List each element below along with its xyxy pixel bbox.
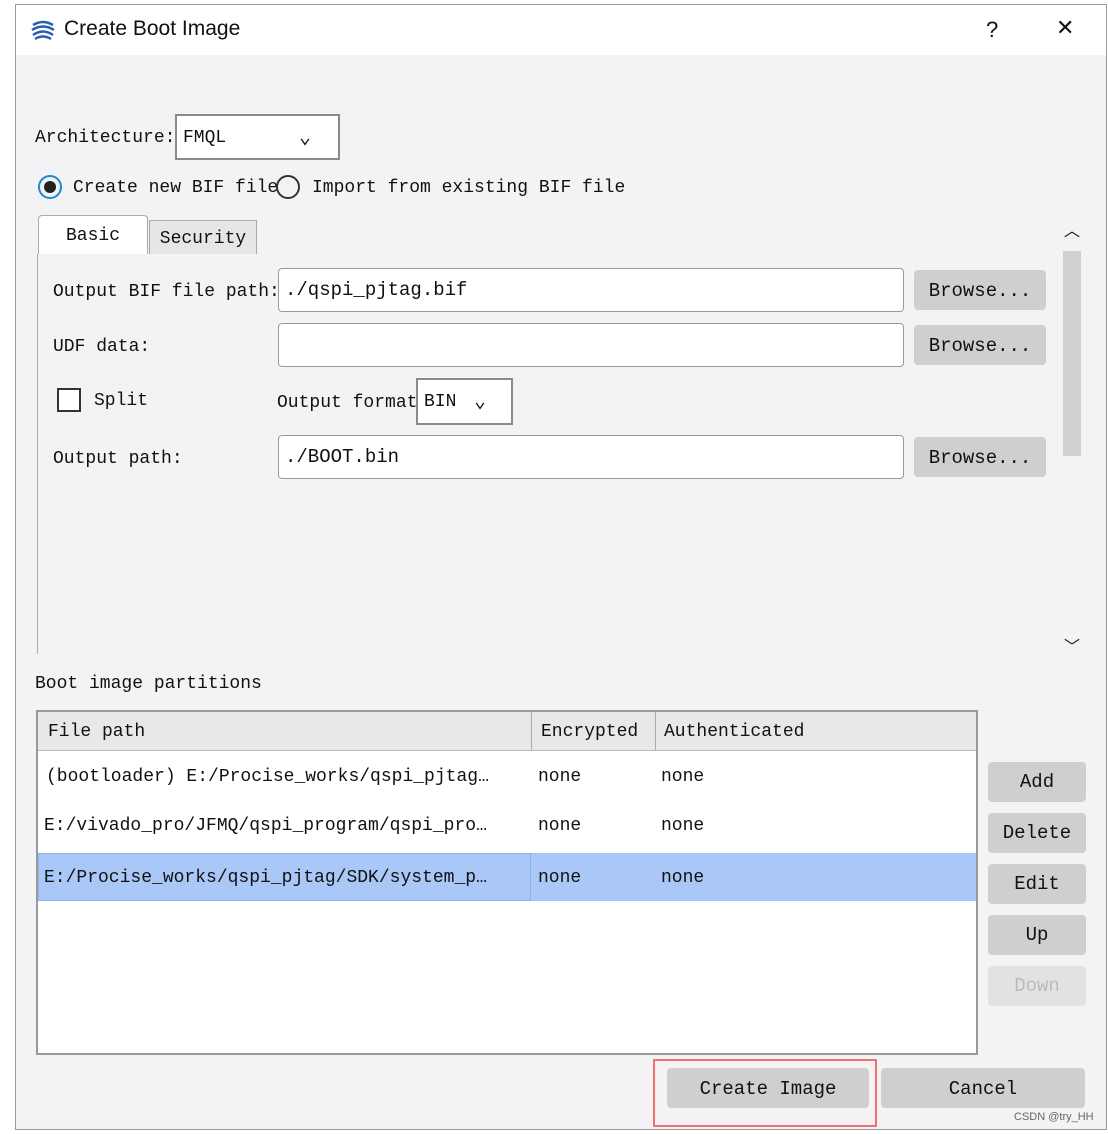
create-boot-image-dialog: Create Boot Image ? ✕ Architecture: FMQL… — [15, 4, 1107, 1130]
import-bif-radio[interactable] — [276, 175, 300, 199]
browse-output-button[interactable]: Browse... — [914, 437, 1046, 477]
table-row[interactable]: E:/vivado_pro/JFMQ/qspi_program/qspi_pro… — [38, 801, 976, 850]
table-row-selected[interactable]: E:/Procise_works/qspi_pjtag/SDK/system_p… — [38, 853, 976, 901]
output-path-input[interactable]: ./BOOT.bin — [278, 435, 904, 479]
partitions-table: File path Encrypted Authenticated (bootl… — [36, 710, 978, 1055]
create-new-bif-label[interactable]: Create new BIF file — [73, 178, 278, 198]
scroll-down-icon[interactable]: ﹀ — [1064, 633, 1080, 657]
window-title: Create Boot Image — [64, 17, 241, 40]
cancel-button[interactable]: Cancel — [881, 1068, 1085, 1108]
edit-button[interactable]: Edit — [988, 864, 1086, 904]
cell-path: E:/Procise_works/qspi_pjtag/SDK/system_p… — [44, 868, 487, 888]
basic-tab-panel: Output BIF file path: ./qspi_pjtag.bif B… — [37, 254, 1062, 654]
udf-input[interactable] — [278, 323, 904, 367]
architecture-select[interactable]: FMQL ⌄ — [175, 114, 340, 160]
scroll-up-icon[interactable]: ︿ — [1064, 217, 1080, 241]
udf-label: UDF data: — [53, 337, 151, 357]
panel-scrollbar[interactable]: ︿ ﹀ — [1061, 215, 1083, 657]
browse-bif-button[interactable]: Browse... — [914, 270, 1046, 310]
output-bif-input[interactable]: ./qspi_pjtag.bif — [278, 268, 904, 312]
down-button-disabled[interactable]: Down — [988, 966, 1086, 1006]
output-path-label: Output path: — [53, 449, 183, 469]
cell-authenticated: none — [661, 868, 705, 888]
output-bif-label: Output BIF file path: — [53, 282, 280, 302]
split-label: Split — [94, 391, 149, 411]
output-format-value: BIN — [424, 392, 457, 412]
split-checkbox[interactable] — [57, 388, 81, 412]
tab-basic[interactable]: Basic — [38, 215, 148, 255]
up-button[interactable]: Up — [988, 915, 1086, 955]
tab-security[interactable]: Security — [149, 220, 257, 255]
architecture-label: Architecture: — [35, 128, 176, 148]
import-bif-label[interactable]: Import from existing BIF file — [312, 178, 625, 198]
output-format-label: Output format — [277, 393, 418, 413]
cell-encrypted: none — [538, 767, 582, 787]
cell-authenticated: none — [661, 816, 705, 836]
cell-path: E:/vivado_pro/JFMQ/qspi_program/qspi_pro… — [44, 816, 487, 836]
column-encrypted[interactable]: Encrypted — [541, 722, 638, 742]
column-file-path[interactable]: File path — [48, 722, 145, 742]
tab-security-label: Security — [159, 229, 247, 249]
add-button[interactable]: Add — [988, 762, 1086, 802]
column-authenticated[interactable]: Authenticated — [664, 722, 804, 742]
scrollbar-thumb[interactable] — [1063, 251, 1081, 456]
cell-path: (bootloader) E:/Procise_works/qspi_pjtag… — [46, 767, 489, 787]
delete-button[interactable]: Delete — [988, 813, 1086, 853]
cell-encrypted: none — [538, 816, 582, 836]
output-format-select[interactable]: BIN ⌄ — [416, 378, 513, 425]
architecture-value: FMQL — [183, 128, 227, 148]
cell-encrypted: none — [538, 868, 582, 888]
tab-basic-label: Basic — [65, 226, 120, 246]
app-logo-icon — [31, 20, 55, 41]
close-button[interactable]: ✕ — [1056, 15, 1074, 41]
cell-authenticated: none — [661, 767, 705, 787]
create-new-bif-radio[interactable] — [38, 175, 62, 199]
create-image-button[interactable]: Create Image — [667, 1068, 869, 1108]
chevron-down-icon: ⌄ — [474, 391, 487, 414]
browse-udf-button[interactable]: Browse... — [914, 325, 1046, 365]
table-row[interactable]: (bootloader) E:/Procise_works/qspi_pjtag… — [38, 752, 976, 801]
partitions-label: Boot image partitions — [35, 674, 262, 694]
table-header: File path Encrypted Authenticated — [38, 712, 976, 751]
watermark: CSDN @try_HH — [1014, 1111, 1094, 1123]
title-bar: Create Boot Image ? ✕ — [16, 5, 1106, 55]
help-button[interactable]: ? — [986, 17, 998, 43]
chevron-down-icon: ⌄ — [299, 127, 312, 150]
